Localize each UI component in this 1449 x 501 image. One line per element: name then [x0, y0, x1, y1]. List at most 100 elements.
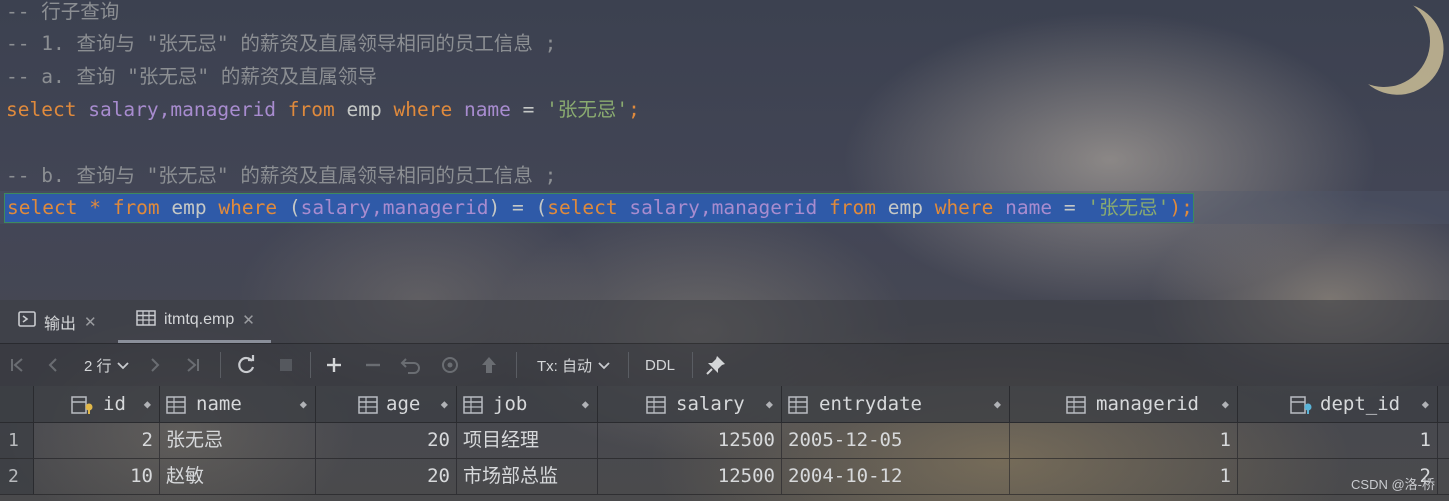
- pin-icon[interactable]: [705, 344, 727, 386]
- sort-icon[interactable]: ◆: [1422, 386, 1429, 422]
- column-header-id[interactable]: id ◆: [33, 386, 160, 422]
- column-header-managerid[interactable]: managerid ◆: [1010, 386, 1238, 422]
- column-label: dept_id: [1320, 393, 1401, 415]
- transaction-mode-dropdown[interactable]: Tx: 自动: [537, 344, 610, 386]
- cell-managerid[interactable]: 1: [1010, 459, 1238, 494]
- code-line-4[interactable]: select salary,managerid from emp where n…: [6, 95, 640, 125]
- paren-open: (: [288, 196, 301, 219]
- code-line-1[interactable]: -- 行子查询: [6, 0, 119, 27]
- delete-row-icon[interactable]: [364, 344, 382, 386]
- row-number[interactable]: 1: [0, 423, 34, 458]
- table-row[interactable]: 2 10 赵敏 20 市场部总监 12500 2004-10-12 1 2: [0, 459, 1449, 495]
- column-header-dept-id[interactable]: dept_id ◆: [1238, 386, 1438, 422]
- row-number[interactable]: 2: [0, 459, 34, 494]
- cell-salary[interactable]: 12500: [598, 423, 782, 458]
- cell-entrydate[interactable]: 2004-10-12: [782, 459, 1010, 494]
- chevron-down-icon: [598, 357, 610, 374]
- tab-itmtq-emp[interactable]: itmtq.emp ✕: [118, 300, 271, 343]
- column-icon: [166, 396, 190, 419]
- undo-icon[interactable]: [400, 344, 422, 386]
- semicolon: ;: [628, 98, 640, 121]
- cell-id[interactable]: 2: [33, 423, 160, 458]
- last-page-icon[interactable]: [186, 344, 200, 386]
- keyword-select: select: [7, 196, 78, 219]
- submit-icon[interactable]: [480, 344, 498, 386]
- column-label: managerid: [1096, 393, 1199, 415]
- paren-semicolon: );: [1169, 196, 1193, 219]
- code-line-2[interactable]: -- 1. 查询与 "张无忌" 的薪资及直属领导相同的员工信息 ;: [6, 29, 556, 59]
- column-label: name: [196, 393, 242, 415]
- cell-name[interactable]: 赵敏: [160, 459, 316, 494]
- cell-dept-id[interactable]: 1: [1238, 423, 1438, 458]
- sort-icon[interactable]: ◆: [1222, 386, 1229, 422]
- cell-name[interactable]: 张无忌: [160, 423, 316, 458]
- rows-count-dropdown[interactable]: 2 行: [84, 344, 129, 386]
- keyword-select: select: [547, 196, 618, 219]
- cell-managerid[interactable]: 1: [1010, 423, 1238, 458]
- preview-changes-icon[interactable]: [440, 344, 462, 386]
- table-icon: [136, 309, 156, 331]
- toolbar-divider: [516, 352, 517, 378]
- foreign-key-column-icon: [1290, 396, 1314, 419]
- sort-icon[interactable]: ◆: [994, 386, 1001, 422]
- sort-icon[interactable]: ◆: [300, 386, 307, 422]
- sql-editor[interactable]: -- 行子查询 -- 1. 查询与 "张无忌" 的薪资及直属领导相同的员工信息 …: [0, 0, 1449, 300]
- add-row-icon[interactable]: [324, 344, 344, 386]
- cell-entrydate[interactable]: 2005-12-05: [782, 423, 1010, 458]
- sort-icon[interactable]: ◆: [766, 386, 773, 422]
- keyword-from: from: [112, 196, 160, 219]
- stop-icon[interactable]: [278, 344, 294, 386]
- keyword-from: from: [829, 196, 876, 219]
- output-icon: [18, 310, 36, 333]
- column-header-age[interactable]: age ◆: [316, 386, 457, 422]
- first-page-icon[interactable]: [10, 344, 24, 386]
- column-icon: [358, 396, 382, 419]
- code-line-3[interactable]: -- a. 查询 "张无忌" 的薪资及直属领导: [6, 62, 377, 92]
- cell-age[interactable]: 20: [316, 459, 457, 494]
- next-page-icon[interactable]: [150, 344, 160, 386]
- operator: =: [511, 196, 524, 219]
- toolbar-divider: [220, 352, 221, 378]
- fields: salary,managerid: [629, 196, 818, 219]
- refresh-icon[interactable]: [235, 344, 257, 386]
- keyword-where: where: [393, 98, 453, 121]
- close-icon[interactable]: ✕: [84, 313, 97, 331]
- operator: =: [1063, 196, 1076, 219]
- table-name: emp: [887, 196, 923, 219]
- ddl-label: DDL: [645, 356, 676, 374]
- tx-mode-label: Tx: 自动: [537, 357, 592, 375]
- column-icon: [463, 396, 487, 419]
- fields: salary,managerid: [88, 98, 277, 121]
- code-line-5[interactable]: -- b. 查询与 "张无忌" 的薪资及直属领导相同的员工信息 ;: [6, 161, 556, 191]
- ddl-button[interactable]: DDL: [645, 344, 675, 386]
- cell-id[interactable]: 10: [33, 459, 160, 494]
- tab-output[interactable]: 输出 ✕: [18, 300, 97, 343]
- sort-icon[interactable]: ◆: [441, 386, 448, 422]
- column-header-salary[interactable]: salary ◆: [598, 386, 782, 422]
- cell-job[interactable]: 市场部总监: [457, 459, 598, 494]
- column-icon: [646, 396, 670, 419]
- watermark: CSDN @洛-桥: [1351, 477, 1435, 492]
- comment: -- b. 查询与 "张无忌" 的薪资及直属领导相同的员工信息 ;: [6, 164, 557, 187]
- comment: -- 1. 查询与 "张无忌" 的薪资及直属领导相同的员工信息 ;: [6, 32, 557, 55]
- column-header-name[interactable]: name ◆: [160, 386, 316, 422]
- column-header-job[interactable]: job ◆: [457, 386, 598, 422]
- cell-salary[interactable]: 12500: [598, 459, 782, 494]
- close-icon[interactable]: ✕: [242, 311, 255, 329]
- table-row[interactable]: 1 2 张无忌 20 项目经理 12500 2005-12-05 1 1: [0, 423, 1449, 459]
- cell-job[interactable]: 项目经理: [457, 423, 598, 458]
- results-grid[interactable]: id ◆ name ◆ age ◆ job ◆ salary ◆ entryda…: [0, 386, 1449, 501]
- prev-page-icon[interactable]: [48, 344, 58, 386]
- toolbar-divider: [628, 352, 629, 378]
- sort-icon[interactable]: ◆: [582, 386, 589, 422]
- table-name: emp: [346, 98, 382, 121]
- code-line-6[interactable]: select * from emp where (salary,manageri…: [4, 193, 1194, 223]
- string-literal: '张无忌': [1087, 196, 1170, 219]
- column-header-entrydate[interactable]: entrydate ◆: [782, 386, 1010, 422]
- keyword-where: where: [218, 196, 278, 219]
- comment: -- 行子查询: [6, 0, 120, 23]
- keyword-select: select: [6, 98, 77, 121]
- cell-age[interactable]: 20: [316, 423, 457, 458]
- sort-icon[interactable]: ◆: [144, 386, 151, 422]
- primary-key-column-icon: [71, 396, 95, 419]
